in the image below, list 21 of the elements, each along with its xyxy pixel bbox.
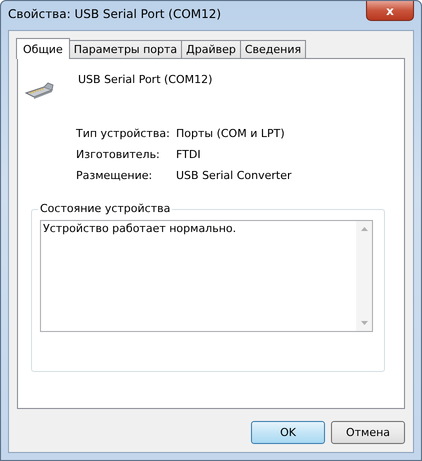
group-title: Состояние устройства	[38, 202, 172, 215]
property-label: Изготовитель:	[76, 148, 161, 161]
property-label: Тип устройства:	[76, 127, 171, 140]
status-field[interactable]: Устройство работает нормально.	[40, 220, 373, 332]
scroll-up-icon[interactable]	[360, 227, 368, 231]
cancel-button[interactable]: Отмена	[331, 421, 405, 444]
property-label: Размещение:	[76, 169, 154, 182]
scrollbar[interactable]	[356, 221, 372, 331]
property-value: FTDI	[176, 148, 201, 161]
tab[interactable]: Общие	[16, 38, 70, 59]
device-name: USB Serial Port (COM12)	[78, 73, 212, 86]
property-value: USB Serial Converter	[176, 169, 292, 182]
close-button[interactable]: x	[366, 1, 414, 21]
tab[interactable]: Драйвер	[181, 40, 241, 58]
tab[interactable]: Параметры порта	[68, 40, 182, 58]
property-value: Порты (COM и LPT)	[176, 127, 285, 140]
scroll-down-icon[interactable]	[360, 321, 368, 325]
serial-connector-icon	[24, 81, 54, 101]
window-title: Свойства: USB Serial Port (COM12)	[8, 7, 222, 21]
tab[interactable]: Сведения	[240, 40, 306, 58]
ok-button[interactable]: OK	[251, 421, 325, 444]
